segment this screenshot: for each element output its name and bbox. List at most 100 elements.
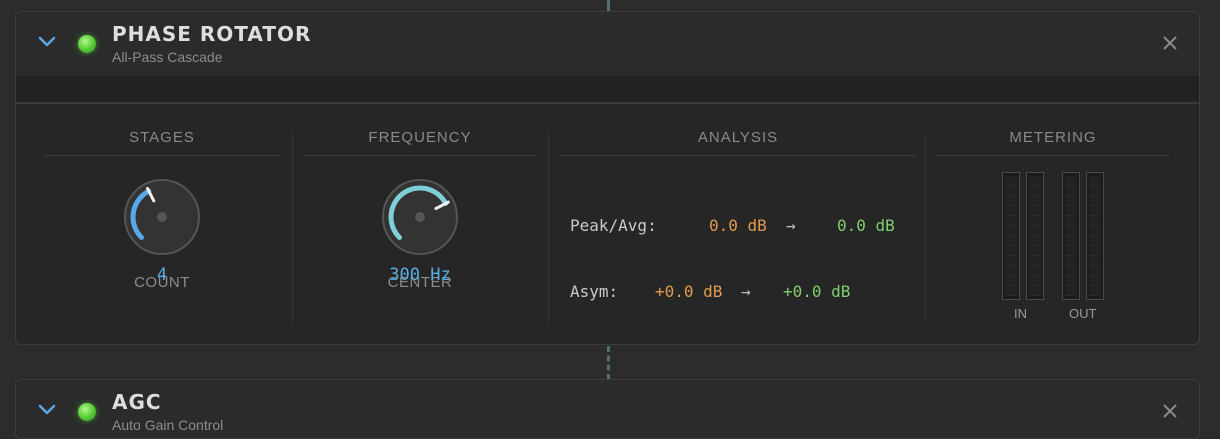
knob-value-center: 300 Hz	[389, 265, 451, 285]
analysis-label: Peak/Avg:	[570, 216, 657, 235]
meter-segment	[1065, 196, 1077, 206]
meter-segment	[1089, 246, 1101, 256]
module-panel-agc: AGC Auto Gain Control	[15, 379, 1200, 439]
meter-segment	[1089, 286, 1101, 296]
meter-segment	[1065, 276, 1077, 286]
section-title-analysis: ANALYSIS	[697, 129, 779, 146]
section-rule	[560, 155, 916, 156]
analysis-out-value: 0.0 dB	[837, 216, 895, 235]
meter-segment	[1089, 266, 1101, 276]
meter-segment	[1089, 206, 1101, 216]
module-header: PHASE ROTATOR All-Pass Cascade	[16, 12, 1199, 76]
input-meter-right	[1026, 172, 1044, 300]
meter-label-in: IN	[1014, 306, 1027, 321]
input-meter-left	[1002, 172, 1020, 300]
meter-segment	[1029, 276, 1041, 286]
module-panel-phase-rotator: PHASE ROTATOR All-Pass Cascade STAGES CO…	[15, 11, 1200, 345]
meter-segment	[1065, 226, 1077, 236]
meter-segment	[1029, 226, 1041, 236]
section-metering: METERING IN OUT	[925, 104, 1181, 344]
meter-segment	[1089, 176, 1101, 186]
status-led[interactable]	[78, 35, 96, 53]
output-meter-right	[1086, 172, 1104, 300]
meter-segment	[1065, 216, 1077, 226]
meter-segment	[1005, 226, 1017, 236]
analysis-readout: Peak/Avg: 0.0 dB → 0.0 dB Asym: +0.0 dB → +0.0…	[560, 174, 895, 344]
meter-segment	[1089, 256, 1101, 266]
meter-segment	[1065, 176, 1077, 186]
meter-segment	[1065, 206, 1077, 216]
meter-segment	[1089, 196, 1101, 206]
meter-segment	[1005, 236, 1017, 246]
module-subtitle: Auto Gain Control	[112, 417, 224, 433]
meter-segment	[1005, 286, 1017, 296]
arrow-icon: →	[786, 216, 796, 235]
meter-segment	[1065, 186, 1077, 196]
meter-segment	[1065, 286, 1077, 296]
meter-segment	[1005, 186, 1017, 196]
meter-segment	[1005, 276, 1017, 286]
meter-segment	[1065, 246, 1077, 256]
section-title-stages: STAGES	[129, 129, 195, 146]
close-icon[interactable]	[1161, 402, 1179, 420]
meter-segment	[1029, 286, 1041, 296]
frequency-center-knob[interactable]	[380, 177, 460, 257]
section-rule	[44, 155, 280, 156]
section-analysis: ANALYSIS Peak/Avg: 0.0 dB → 0.0 dB Asym: +0.…	[548, 104, 928, 344]
module-subtitle: All-Pass Cascade	[112, 49, 223, 65]
knob-center-dot	[157, 212, 167, 222]
analysis-row-peak-avg: Peak/Avg: 0.0 dB → 0.0 dB	[560, 212, 895, 240]
section-title-metering: METERING	[1009, 129, 1097, 146]
analysis-in-value: 0.0 dB	[709, 216, 767, 235]
module-body: STAGES COUNT 4 FREQUENCY CENTER 300 Hz A…	[16, 104, 1199, 344]
chain-connector-middle	[607, 346, 610, 380]
meter-segment	[1089, 226, 1101, 236]
section-rule	[304, 155, 536, 156]
module-title: PHASE ROTATOR	[112, 22, 312, 46]
section-title-frequency: FREQUENCY	[368, 129, 472, 146]
meter-segment	[1005, 266, 1017, 276]
analysis-row-asym: Asym: +0.0 dB → +0.0 dB	[560, 278, 850, 306]
meter-segment	[1005, 206, 1017, 216]
meter-segment	[1089, 186, 1101, 196]
meter-segment	[1005, 216, 1017, 226]
meter-segment	[1089, 216, 1101, 226]
meter-segment	[1029, 176, 1041, 186]
section-frequency: FREQUENCY CENTER 300 Hz	[292, 104, 548, 344]
knob-center-dot	[415, 212, 425, 222]
meter-segment	[1005, 196, 1017, 206]
meter-segment	[1029, 206, 1041, 216]
knob-value-count: 4	[156, 265, 168, 285]
chevron-down-icon[interactable]	[38, 403, 56, 417]
analysis-out-value: +0.0 dB	[783, 282, 851, 301]
meter-segment	[1029, 196, 1041, 206]
status-led[interactable]	[78, 403, 96, 421]
meter-segment	[1029, 246, 1041, 256]
meter-segment	[1065, 256, 1077, 266]
analysis-label: Asym:	[570, 282, 619, 301]
meter-segment	[1065, 266, 1077, 276]
arrow-icon: →	[741, 282, 751, 301]
meter-segment	[1029, 186, 1041, 196]
meter-segment	[1029, 266, 1041, 276]
meter-segment	[1029, 236, 1041, 246]
chevron-down-icon[interactable]	[38, 35, 56, 49]
meter-segment	[1005, 176, 1017, 186]
meter-segment	[1029, 216, 1041, 226]
section-rule	[937, 155, 1169, 156]
module-title: AGC	[112, 390, 162, 414]
close-icon[interactable]	[1161, 34, 1179, 52]
meter-segment	[1029, 256, 1041, 266]
module-header: AGC Auto Gain Control	[16, 380, 1199, 438]
meter-segment	[1005, 246, 1017, 256]
header-strip	[16, 76, 1199, 104]
analysis-in-value: +0.0 dB	[655, 282, 723, 301]
meter-label-out: OUT	[1069, 306, 1097, 321]
meter-segment	[1089, 276, 1101, 286]
section-stages: STAGES COUNT 4	[32, 104, 292, 344]
meter-segment	[1005, 256, 1017, 266]
output-meter-left	[1062, 172, 1080, 300]
meter-segment	[1065, 236, 1077, 246]
stages-count-knob[interactable]	[122, 177, 202, 257]
meter-segment	[1089, 236, 1101, 246]
